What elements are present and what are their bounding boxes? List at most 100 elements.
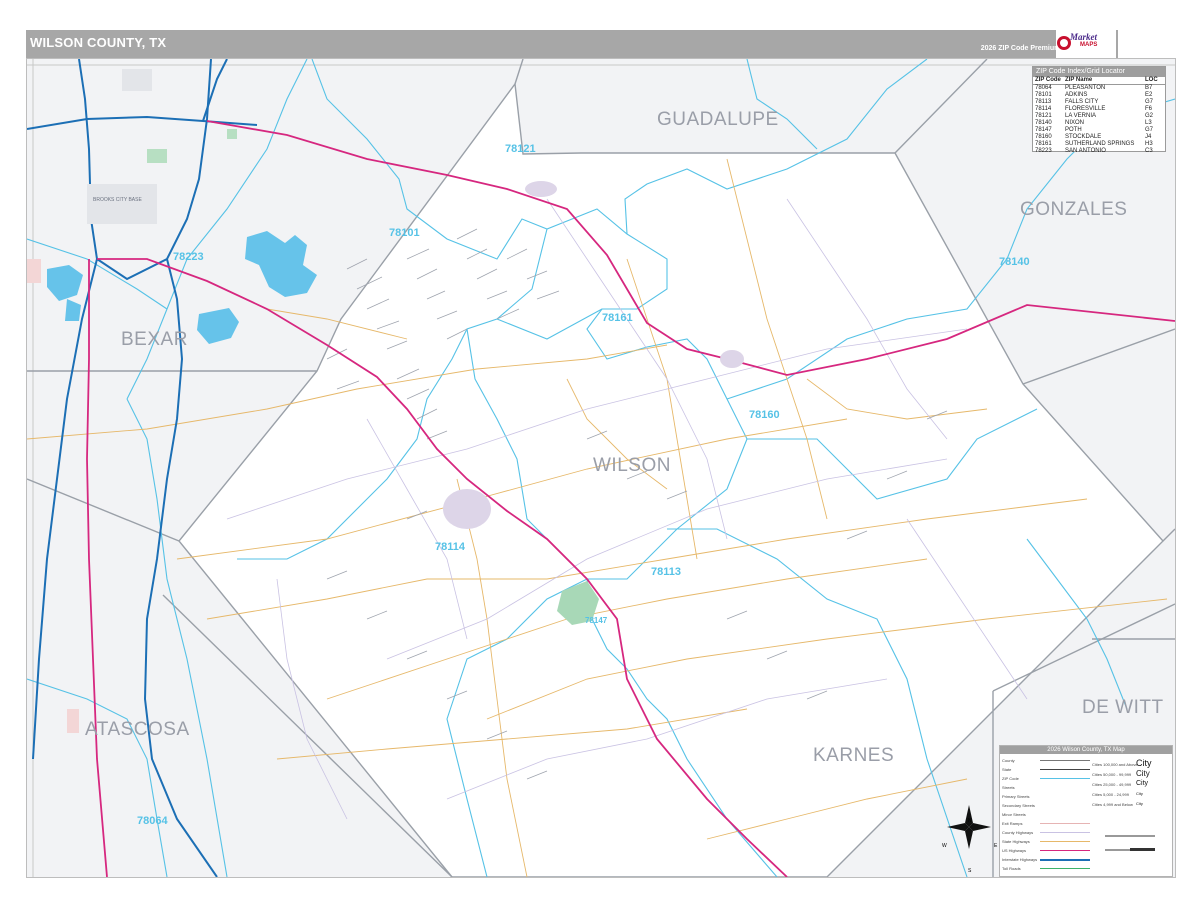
zip-code-cell: 78113 bbox=[1035, 99, 1052, 105]
legend-swatch-us-hwy bbox=[1040, 850, 1090, 851]
zip-name-cell: FALLS CITY bbox=[1065, 99, 1099, 105]
county-label-guadalupe: GUADALUPE bbox=[657, 109, 779, 130]
legend-city-3: City bbox=[1136, 780, 1149, 787]
zip-code-cell: 78140 bbox=[1035, 120, 1052, 126]
zip-loc-cell: G2 bbox=[1145, 113, 1154, 119]
title-bar: WILSON COUNTY, TX 2026 ZIP Code Premium … bbox=[26, 30, 1174, 59]
legend-item-exit: Exit Ramps bbox=[1002, 821, 1023, 826]
zip-label-78140: 78140 bbox=[999, 256, 1030, 268]
zip-index-header: ZIP Code ZIP Name LOC bbox=[1033, 77, 1165, 85]
zip-label-78161: 78161 bbox=[602, 312, 633, 324]
zip-loc-cell: L3 bbox=[1145, 120, 1152, 126]
zip-name-cell: FLORESVILLE bbox=[1065, 106, 1106, 112]
zip-label-78223: 78223 bbox=[173, 251, 204, 263]
zip-code-cell: 78064 bbox=[1035, 85, 1052, 91]
legend-item-minor: Minor Streets bbox=[1002, 812, 1026, 817]
zip-index-row: 78114 FLORESVILLE F6 bbox=[1033, 106, 1165, 113]
zip-name-cell: SAN ANTONIO bbox=[1065, 148, 1106, 154]
county-label-bexar: BEXAR bbox=[121, 329, 188, 350]
publisher-info bbox=[1118, 30, 1174, 58]
legend-swatch-state bbox=[1040, 769, 1090, 770]
legend-item-county: County bbox=[1002, 758, 1015, 763]
compass-s: S bbox=[968, 868, 972, 874]
zip-code-cell: 78114 bbox=[1035, 106, 1052, 112]
zip-index-row: 78160 STOCKDALE J4 bbox=[1033, 134, 1165, 141]
zip-index-title: ZIP Code Index/Grid Locator bbox=[1033, 67, 1165, 77]
water-bodies bbox=[47, 231, 317, 344]
zip-loc-cell: B7 bbox=[1145, 85, 1153, 91]
legend-item-state: State bbox=[1002, 767, 1012, 772]
legend-item-toll: Toll Roads bbox=[1002, 866, 1021, 871]
county-label-atascosa: ATASCOSA bbox=[85, 719, 190, 740]
zip-name-cell: STOCKDALE bbox=[1065, 134, 1102, 140]
zip-code-cell: 78160 bbox=[1035, 134, 1052, 140]
zip-loc-cell: G7 bbox=[1145, 127, 1154, 133]
zip-name-cell: POTH bbox=[1065, 127, 1082, 133]
zip-label-78114: 78114 bbox=[435, 541, 465, 553]
county-label-karnes: KARNES bbox=[813, 745, 895, 766]
zip-code-cell: 78101 bbox=[1035, 92, 1052, 98]
legend-city-4: City bbox=[1136, 791, 1143, 796]
zip-index-row: 78140 NIXON L3 bbox=[1033, 120, 1165, 127]
interstate-highways bbox=[27, 59, 258, 877]
legend-swatch-toll bbox=[1040, 868, 1090, 869]
zip-code-cell: 78223 bbox=[1035, 148, 1052, 154]
zip-name-cell: ADKINS bbox=[1065, 92, 1088, 98]
zip-index-header-name: ZIP Name bbox=[1065, 77, 1093, 83]
county-label-wilson: WILSON bbox=[593, 455, 671, 476]
legend-item-secondary: Secondary Streets bbox=[1002, 803, 1035, 808]
legend-city-2: City bbox=[1136, 769, 1150, 778]
legend-item-state-hwy: State Highways bbox=[1002, 839, 1030, 844]
zip-index-row: 78121 LA VERNIA G2 bbox=[1033, 113, 1165, 120]
legend-pop-1: Cities 100,000 and Above bbox=[1092, 762, 1138, 767]
map-title: WILSON COUNTY, TX bbox=[30, 35, 167, 50]
zip-code-index: ZIP Code Index/Grid Locator ZIP Code ZIP… bbox=[1032, 66, 1166, 155]
legend-swatch-interstate bbox=[1040, 859, 1090, 861]
legend-item-primary: Primary Streets bbox=[1002, 794, 1030, 799]
compass: N S E W bbox=[942, 818, 997, 874]
zip-loc-cell: E2 bbox=[1145, 92, 1153, 98]
zip-index-row: 78147 POTH G7 bbox=[1033, 127, 1165, 134]
zip-index-header-code: ZIP Code bbox=[1035, 77, 1061, 83]
zip-name-cell: SUTHERLAND SPRINGS bbox=[1065, 141, 1135, 147]
compass-e: E bbox=[994, 843, 998, 849]
legend-city-1: City bbox=[1136, 758, 1152, 768]
zip-loc-cell: G7 bbox=[1145, 99, 1154, 105]
scale-bar-icon bbox=[1105, 835, 1155, 851]
zip-index-row: 78223 SAN ANTONIO C3 bbox=[1033, 148, 1165, 155]
compass-n: N bbox=[968, 818, 972, 824]
zip-loc-cell: J4 bbox=[1145, 134, 1152, 140]
legend-swatch-state-hwy bbox=[1040, 841, 1090, 842]
zip-code-cell: 78147 bbox=[1035, 127, 1052, 133]
legend-item-county-hwy: County Highways bbox=[1002, 830, 1034, 835]
place-label-brooks: BROOKS CITY BASE bbox=[93, 197, 142, 203]
zip-index-header-loc: LOC bbox=[1145, 77, 1158, 83]
legend-item-us-hwy: US Highways bbox=[1002, 848, 1027, 853]
legend-title: 2026 Wilson County, TX Map bbox=[1000, 746, 1172, 754]
legend-swatch-county-hwy bbox=[1040, 832, 1090, 833]
zip-label-78121: 78121 bbox=[505, 143, 536, 155]
legend-swatch-zip bbox=[1040, 778, 1090, 779]
market-maps-logo: Market MAPS bbox=[1056, 30, 1116, 58]
legend-city-5: City bbox=[1136, 801, 1143, 806]
legend-pop-3: Cities 25,000 - 49,999 bbox=[1092, 782, 1132, 787]
zip-label-78064: 78064 bbox=[137, 815, 168, 827]
zip-label-78101: 78101 bbox=[389, 227, 420, 239]
legend-swatch-exit bbox=[1040, 823, 1090, 824]
zip-name-cell: PLEASANTON bbox=[1065, 85, 1106, 91]
county-label-gonzales: GONZALES bbox=[1020, 199, 1128, 220]
logo-sub: MAPS bbox=[1080, 42, 1098, 48]
logo-text: Market bbox=[1070, 32, 1097, 42]
legend-pop-4: Cities 5,000 - 24,999 bbox=[1092, 792, 1129, 797]
zip-index-row: 78161 SUTHERLAND SPRINGS H3 bbox=[1033, 141, 1165, 148]
compass-w: W bbox=[942, 843, 947, 849]
legend-swatch-county bbox=[1040, 760, 1090, 761]
zip-code-cell: 78121 bbox=[1035, 113, 1052, 119]
zip-index-row: 78064 PLEASANTON B7 bbox=[1033, 85, 1165, 92]
zip-label-78113: 78113 bbox=[651, 566, 681, 578]
zip-loc-cell: C3 bbox=[1145, 148, 1153, 154]
county-label-dewitt: DE WITT bbox=[1082, 697, 1164, 718]
zip-name-cell: LA VERNIA bbox=[1065, 113, 1097, 119]
zip-code-cell: 78161 bbox=[1035, 141, 1052, 147]
legend-pop-5: Cities 4,999 and Below bbox=[1092, 802, 1133, 807]
